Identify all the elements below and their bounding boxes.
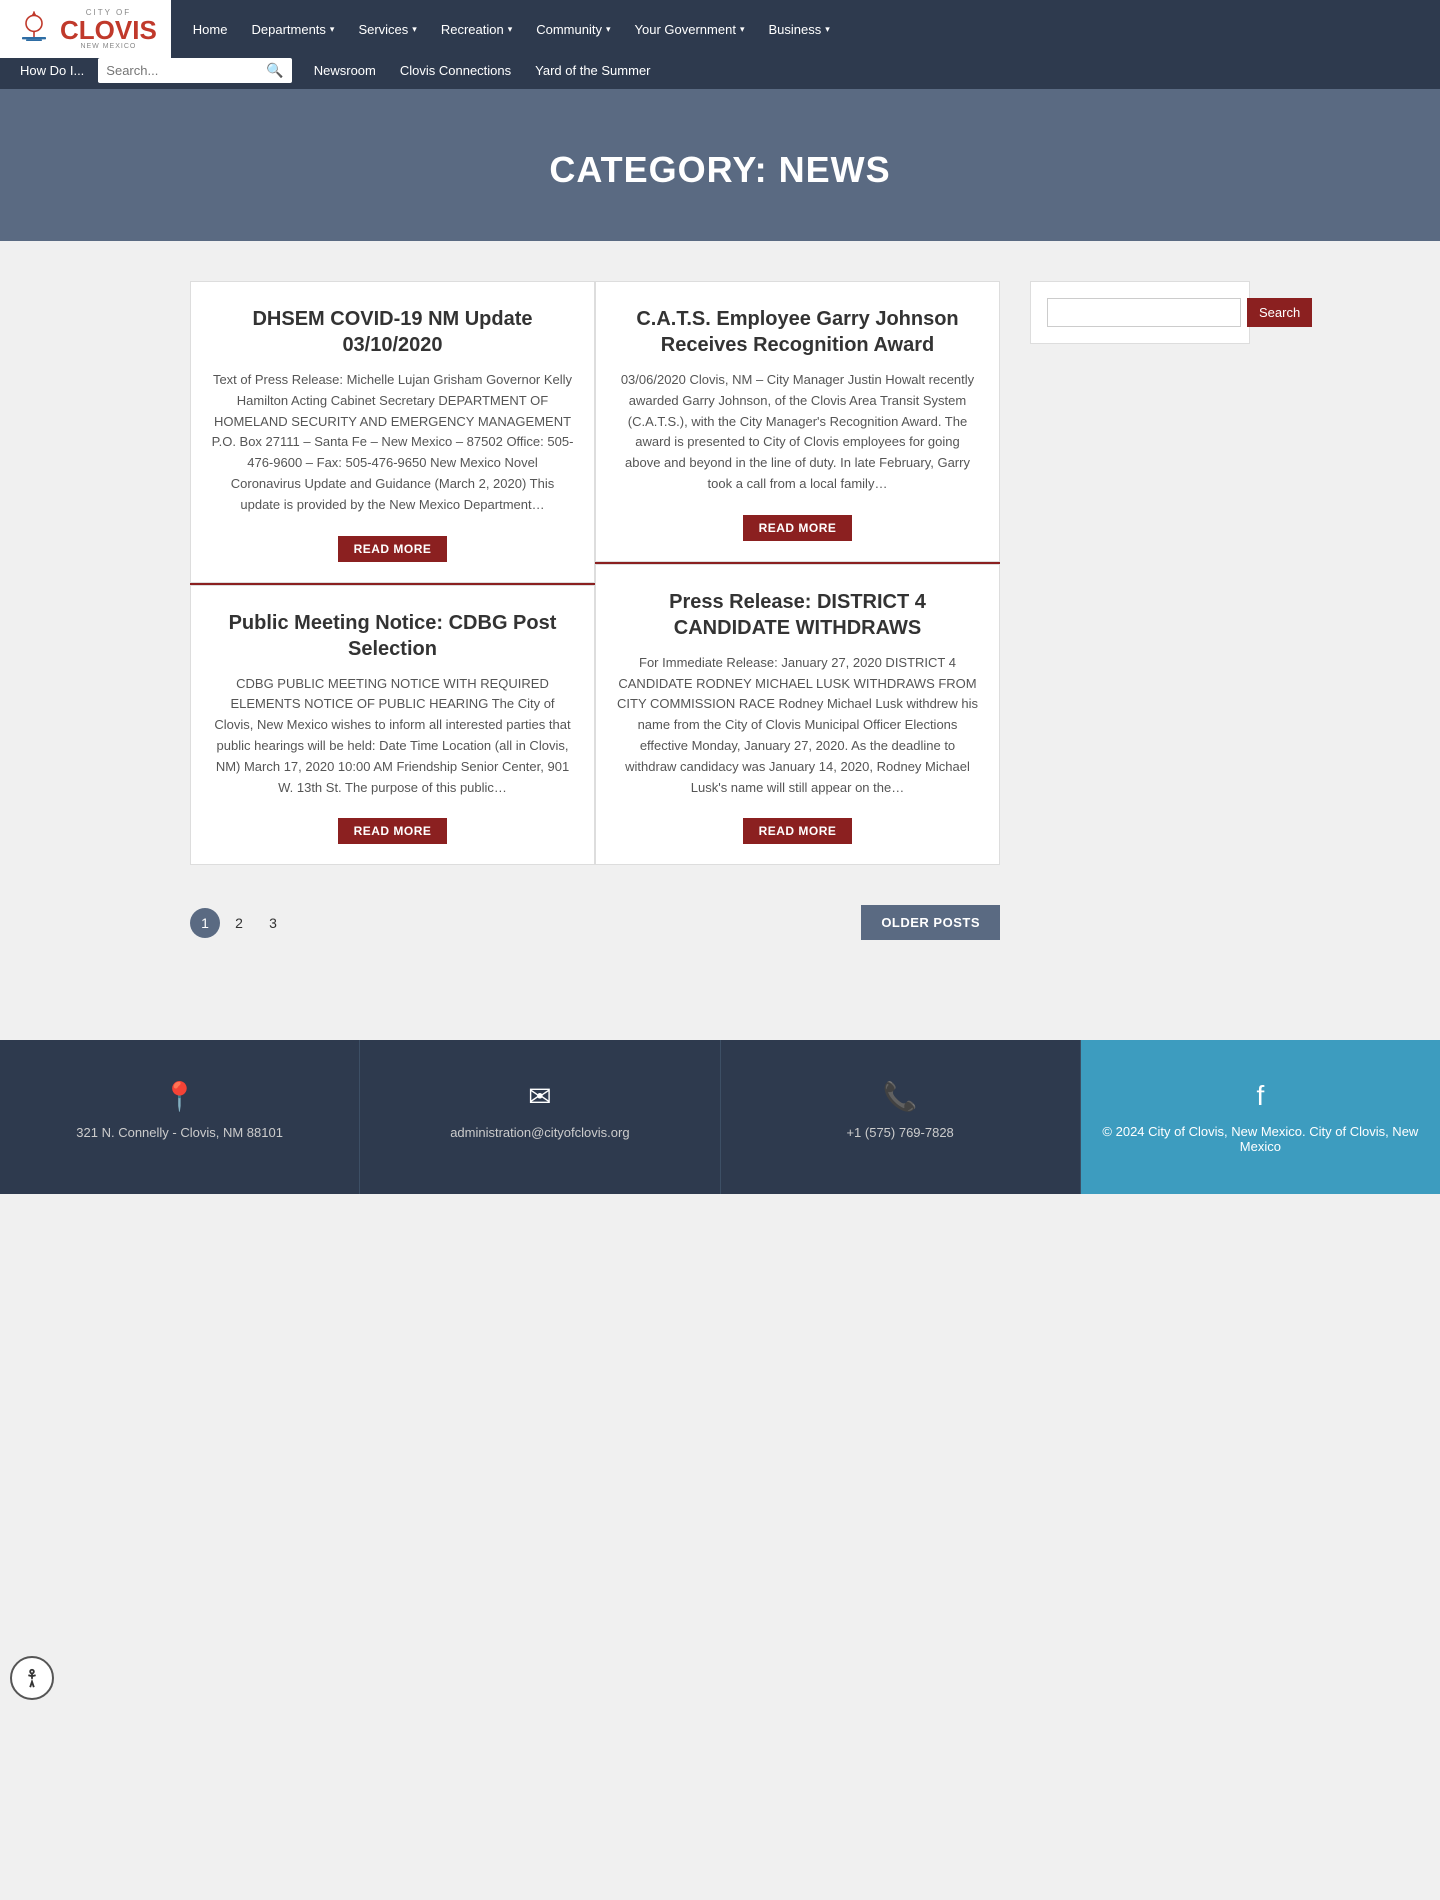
footer-copyright: © 2024 City of Clovis, New Mexico. City … bbox=[1101, 1124, 1420, 1154]
post-card-2: Public Meeting Notice: CDBG Post Selecti… bbox=[190, 585, 595, 866]
post-3-excerpt: 03/06/2020 Clovis, NM – City Manager Jus… bbox=[616, 370, 979, 495]
page-numbers: 1 2 3 bbox=[190, 908, 288, 938]
footer: 📍 321 N. Connelly - Clovis, NM 88101 ✉ a… bbox=[0, 1040, 1440, 1194]
posts-col-right: C.A.T.S. Employee Garry Johnson Receives… bbox=[595, 281, 1000, 865]
nav-departments[interactable]: Departments ▾ bbox=[239, 10, 346, 49]
email-icon: ✉ bbox=[528, 1080, 551, 1113]
post-4-title: Press Release: DISTRICT 4 CANDIDATE WITH… bbox=[616, 589, 979, 641]
page-2[interactable]: 2 bbox=[224, 908, 254, 938]
footer-phone-col: 📞 +1 (575) 769-7828 bbox=[721, 1040, 1081, 1194]
footer-address-col: 📍 321 N. Connelly - Clovis, NM 88101 bbox=[0, 1040, 360, 1194]
pagination: 1 2 3 OLDER POSTS bbox=[190, 905, 1000, 940]
nav-search-input[interactable] bbox=[98, 59, 258, 82]
bottom-nav-row: How Do I... 🔍 Newsroom Clovis Connection… bbox=[0, 58, 1440, 89]
page-1[interactable]: 1 bbox=[190, 908, 220, 938]
sidebar: Search bbox=[1030, 281, 1250, 940]
post-4-read-more[interactable]: READ MORE bbox=[743, 818, 853, 844]
location-icon: 📍 bbox=[162, 1080, 197, 1113]
post-card-4: Press Release: DISTRICT 4 CANDIDATE WITH… bbox=[595, 564, 1000, 866]
post-2-read-more[interactable]: READ MORE bbox=[338, 818, 448, 844]
posts-grid: DHSEM COVID-19 NM Update 03/10/2020 Text… bbox=[190, 281, 1000, 865]
page-header: CATEGORY: NEWS bbox=[0, 89, 1440, 241]
nav-your-government[interactable]: Your Government ▾ bbox=[623, 10, 757, 49]
post-2-excerpt: CDBG PUBLIC MEETING NOTICE WITH REQUIRED… bbox=[211, 674, 574, 799]
footer-email[interactable]: administration@cityofclovis.org bbox=[450, 1125, 629, 1140]
main-nav: CITY OF CLOVIS NEW MEXICO Home Departmen… bbox=[0, 0, 1440, 89]
post-4-excerpt: For Immediate Release: January 27, 2020 … bbox=[616, 653, 979, 799]
sidebar-search-button[interactable]: Search bbox=[1247, 298, 1312, 327]
nav-search-wrap: 🔍 bbox=[98, 58, 291, 83]
post-2-title: Public Meeting Notice: CDBG Post Selecti… bbox=[211, 610, 574, 662]
logo[interactable]: CITY OF CLOVIS NEW MEXICO bbox=[0, 0, 171, 58]
nav-yard-of-summer[interactable]: Yard of the Summer bbox=[525, 59, 660, 82]
post-card-1: DHSEM COVID-19 NM Update 03/10/2020 Text… bbox=[190, 281, 595, 583]
top-nav-menu: Home Departments ▾ Services ▾ Recreation… bbox=[171, 10, 852, 49]
nav-community[interactable]: Community ▾ bbox=[524, 10, 622, 49]
footer-address: 321 N. Connelly - Clovis, NM 88101 bbox=[76, 1125, 283, 1140]
page-3[interactable]: 3 bbox=[258, 908, 288, 938]
accessibility-button[interactable] bbox=[10, 1656, 54, 1700]
posts-area: DHSEM COVID-19 NM Update 03/10/2020 Text… bbox=[190, 281, 1000, 940]
footer-social-col: f © 2024 City of Clovis, New Mexico. Cit… bbox=[1081, 1040, 1440, 1194]
older-posts-button[interactable]: OLDER POSTS bbox=[861, 905, 1000, 940]
post-1-excerpt: Text of Press Release: Michelle Lujan Gr… bbox=[211, 370, 574, 516]
nav-how-do-i[interactable]: How Do I... bbox=[10, 59, 94, 82]
posts-col-left: DHSEM COVID-19 NM Update 03/10/2020 Text… bbox=[190, 281, 595, 865]
post-card-3: C.A.T.S. Employee Garry Johnson Receives… bbox=[595, 281, 1000, 562]
post-1-title: DHSEM COVID-19 NM Update 03/10/2020 bbox=[211, 306, 574, 358]
logo-state-text: NEW MEXICO bbox=[80, 43, 136, 50]
nav-services[interactable]: Services ▾ bbox=[346, 10, 428, 49]
post-3-read-more[interactable]: READ MORE bbox=[743, 515, 853, 541]
logo-name-text: CLOVIS bbox=[60, 17, 157, 43]
footer-columns: 📍 321 N. Connelly - Clovis, NM 88101 ✉ a… bbox=[0, 1040, 1440, 1194]
main-content: DHSEM COVID-19 NM Update 03/10/2020 Text… bbox=[170, 241, 1270, 980]
nav-home[interactable]: Home bbox=[181, 10, 240, 49]
footer-phone: +1 (575) 769-7828 bbox=[846, 1125, 953, 1140]
nav-clovis-connections[interactable]: Clovis Connections bbox=[390, 59, 521, 82]
page-title: CATEGORY: NEWS bbox=[20, 149, 1420, 191]
post-3-title: C.A.T.S. Employee Garry Johnson Receives… bbox=[616, 306, 979, 358]
phone-icon: 📞 bbox=[883, 1080, 918, 1113]
sidebar-search-input[interactable] bbox=[1047, 298, 1241, 327]
sidebar-search-box: Search bbox=[1030, 281, 1250, 344]
nav-business[interactable]: Business ▾ bbox=[756, 10, 841, 49]
post-1-read-more[interactable]: READ MORE bbox=[338, 536, 448, 562]
nav-search-button[interactable]: 🔍 bbox=[258, 58, 291, 83]
nav-recreation[interactable]: Recreation ▾ bbox=[429, 10, 524, 49]
nav-newsroom[interactable]: Newsroom bbox=[304, 59, 386, 82]
footer-email-col: ✉ administration@cityofclovis.org bbox=[360, 1040, 720, 1194]
facebook-icon[interactable]: f bbox=[1256, 1080, 1264, 1112]
